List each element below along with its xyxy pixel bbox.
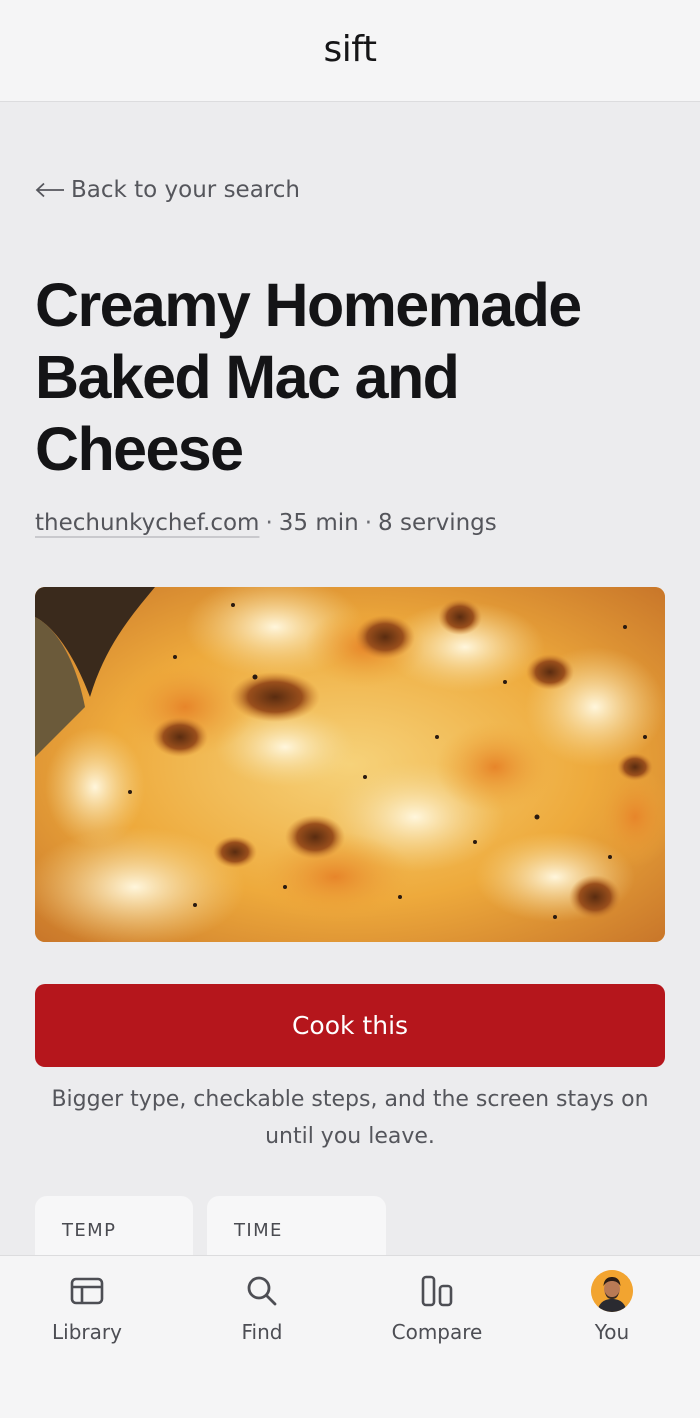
nav-item-library[interactable]: Library: [12, 1270, 162, 1344]
back-to-search-link[interactable]: Back to your search: [35, 177, 300, 203]
recipe-source-link[interactable]: thechunkychef.com: [35, 510, 259, 536]
recipe-time: 35 min: [278, 510, 359, 536]
nav-item-you[interactable]: You: [537, 1270, 687, 1344]
search-icon: [241, 1270, 283, 1312]
stat-label-temp: TEMP: [62, 1220, 117, 1241]
nav-label-you: You: [594, 1320, 630, 1344]
brand-logo[interactable]: sift: [324, 29, 377, 70]
stat-label-time: TIME: [234, 1220, 283, 1241]
arrow-left-icon: [35, 178, 65, 202]
nav-label-compare: Compare: [391, 1320, 483, 1344]
recipe-title: Creamy Homemade Baked Mac and Cheese: [35, 271, 582, 483]
nav-label-find: Find: [241, 1320, 283, 1344]
top-header: sift: [0, 0, 700, 102]
stat-card-time: TIME: [207, 1196, 386, 1255]
cook-mode-description: Bigger type, checkable steps, and the sc…: [51, 1087, 649, 1149]
meta-separator: ·: [364, 510, 373, 536]
recipe-servings: 8 servings: [378, 510, 497, 536]
avatar: [591, 1270, 633, 1312]
recipe-meta: thechunkychef.com · 35 min · 8 servings: [35, 510, 497, 536]
nav-label-library: Library: [52, 1320, 122, 1344]
bottom-nav: Library Find Compare You: [0, 1255, 700, 1418]
library-icon: [66, 1270, 108, 1312]
nav-item-find[interactable]: Find: [187, 1270, 337, 1344]
stat-card-temp: TEMP: [35, 1196, 193, 1255]
nav-item-compare[interactable]: Compare: [362, 1270, 512, 1344]
recipe-content: Back to your search Creamy Homemade Bake…: [0, 103, 700, 1255]
cook-this-button[interactable]: Cook this: [35, 984, 665, 1067]
recipe-hero-image: [35, 587, 665, 942]
meta-separator: ·: [265, 510, 273, 536]
compare-icon: [416, 1270, 458, 1312]
back-link-label: Back to your search: [71, 177, 300, 203]
app-root: sift Back to your search Creamy Homemade…: [0, 0, 700, 1418]
